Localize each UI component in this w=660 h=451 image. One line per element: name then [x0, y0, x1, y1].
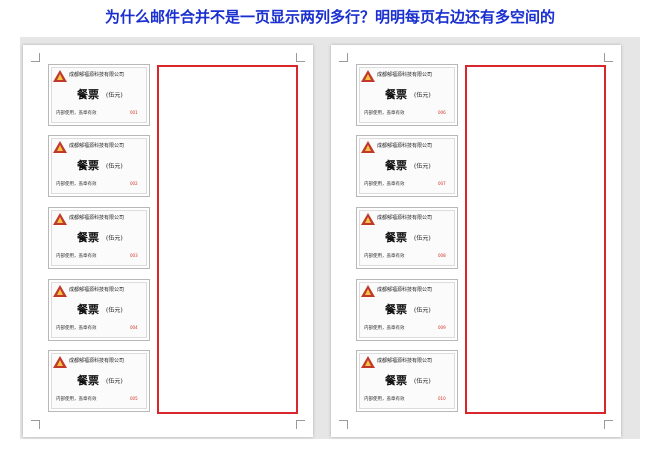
ticket-number: 009: [438, 325, 446, 330]
meal-ticket[interactable]: 成都郁福源科技有限公司 餐票 (伍元) 内部使用，盖章有效 003: [48, 207, 150, 269]
ticket-number: 002: [130, 181, 138, 186]
ticket-title: 餐票: [385, 231, 407, 244]
meal-ticket[interactable]: 成都郁福源科技有限公司 餐票 (伍元) 内部使用，盖章有效 005: [48, 350, 150, 412]
ticket-title: 餐票: [77, 374, 99, 387]
ticket-number: 008: [438, 253, 446, 258]
ticket-usage-note: 内部使用，盖章有效: [364, 254, 405, 259]
ticket-value: (伍元): [106, 163, 123, 170]
ticket-title: 餐票: [385, 159, 407, 172]
ticket-title: 餐票: [77, 159, 99, 172]
ticket-title: 餐票: [77, 88, 99, 101]
headline-title: 为什么邮件合并不是一页显示两列多行？明明每页右边还有多空间的: [104, 8, 555, 26]
ticket-value: (伍元): [106, 235, 123, 242]
company-logo-icon: [361, 70, 375, 82]
ticket-usage-note: 内部使用，盖章有效: [56, 111, 97, 116]
ticket-title: 餐票: [77, 303, 99, 316]
ticket-number: 001: [130, 110, 138, 115]
ticket-number: 010: [438, 396, 446, 401]
meal-ticket[interactable]: 成都郁福源科技有限公司 餐票 (伍元) 内部使用，盖章有效 004: [48, 279, 150, 341]
ticket-usage-note: 内部使用，盖章有效: [56, 326, 97, 331]
company-logo-icon: [53, 70, 67, 82]
meal-ticket[interactable]: 成都郁福源科技有限公司 餐票 (伍元) 内部使用，盖章有效 006: [356, 64, 458, 126]
ticket-company-name: 成都郁福源科技有限公司: [69, 287, 125, 293]
ticket-company-name: 成都郁福源科技有限公司: [377, 358, 433, 364]
company-logo-icon: [53, 213, 67, 225]
empty-column-highlight: [465, 65, 606, 414]
margin-marker-top-left: [339, 53, 348, 62]
ticket-company-name: 成都郁福源科技有限公司: [377, 287, 433, 293]
meal-ticket[interactable]: 成都郁福源科技有限公司 餐票 (伍元) 内部使用，盖章有效 001: [48, 64, 150, 126]
meal-ticket[interactable]: 成都郁福源科技有限公司 餐票 (伍元) 内部使用，盖章有效 008: [356, 207, 458, 269]
company-logo-icon: [361, 213, 375, 225]
company-logo-icon: [361, 285, 375, 297]
ticket-value: (伍元): [106, 378, 123, 385]
ticket-company-name: 成都郁福源科技有限公司: [377, 215, 433, 221]
company-logo-icon: [361, 356, 375, 368]
company-logo-icon: [361, 141, 375, 153]
document-page-2[interactable]: 成都郁福源科技有限公司 餐票 (伍元) 内部使用，盖章有效 006 成都郁福源科…: [331, 45, 621, 437]
ticket-title: 餐票: [385, 374, 407, 387]
ticket-usage-note: 内部使用，盖章有效: [364, 182, 405, 187]
ticket-number: 006: [438, 110, 446, 115]
margin-marker-top-left: [31, 53, 40, 62]
margin-marker-bottom-left: [339, 420, 348, 429]
ticket-company-name: 成都郁福源科技有限公司: [377, 143, 433, 149]
margin-marker-bottom-left: [31, 420, 40, 429]
ticket-number: 007: [438, 181, 446, 186]
empty-column-highlight: [157, 65, 298, 414]
ticket-value: (伍元): [414, 163, 431, 170]
ticket-company-name: 成都郁福源科技有限公司: [69, 215, 125, 221]
ticket-value: (伍元): [414, 307, 431, 314]
ticket-company-name: 成都郁福源科技有限公司: [69, 358, 125, 364]
meal-ticket[interactable]: 成都郁福源科技有限公司 餐票 (伍元) 内部使用，盖章有效 009: [356, 279, 458, 341]
company-logo-icon: [53, 285, 67, 297]
ticket-usage-note: 内部使用，盖章有效: [364, 397, 405, 402]
ticket-company-name: 成都郁福源科技有限公司: [377, 72, 433, 78]
ticket-company-name: 成都郁福源科技有限公司: [69, 143, 125, 149]
margin-marker-top-right: [604, 53, 613, 62]
ticket-value: (伍元): [414, 378, 431, 385]
ticket-title: 餐票: [385, 88, 407, 101]
ticket-company-name: 成都郁福源科技有限公司: [69, 72, 125, 78]
meal-ticket[interactable]: 成都郁福源科技有限公司 餐票 (伍元) 内部使用，盖章有效 010: [356, 350, 458, 412]
ticket-usage-note: 内部使用，盖章有效: [364, 111, 405, 116]
ticket-usage-note: 内部使用，盖章有效: [56, 254, 97, 259]
meal-ticket[interactable]: 成都郁福源科技有限公司 餐票 (伍元) 内部使用，盖章有效 007: [356, 135, 458, 197]
ticket-title: 餐票: [77, 231, 99, 244]
ticket-number: 005: [130, 396, 138, 401]
margin-marker-top-right: [296, 53, 305, 62]
company-logo-icon: [53, 356, 67, 368]
ticket-number: 003: [130, 253, 138, 258]
ticket-value: (伍元): [106, 307, 123, 314]
ticket-usage-note: 内部使用，盖章有效: [364, 326, 405, 331]
document-canvas[interactable]: 成都郁福源科技有限公司 餐票 (伍元) 内部使用，盖章有效 001 成都郁福源科…: [20, 37, 640, 439]
ticket-number: 004: [130, 325, 138, 330]
ticket-title: 餐票: [385, 303, 407, 316]
ticket-usage-note: 内部使用，盖章有效: [56, 182, 97, 187]
margin-marker-bottom-right: [604, 420, 613, 429]
ticket-value: (伍元): [106, 92, 123, 99]
company-logo-icon: [53, 141, 67, 153]
ticket-usage-note: 内部使用，盖章有效: [56, 397, 97, 402]
ticket-value: (伍元): [414, 92, 431, 99]
document-page-1[interactable]: 成都郁福源科技有限公司 餐票 (伍元) 内部使用，盖章有效 001 成都郁福源科…: [23, 45, 313, 437]
meal-ticket[interactable]: 成都郁福源科技有限公司 餐票 (伍元) 内部使用，盖章有效 002: [48, 135, 150, 197]
margin-marker-bottom-right: [296, 420, 305, 429]
ticket-value: (伍元): [414, 235, 431, 242]
